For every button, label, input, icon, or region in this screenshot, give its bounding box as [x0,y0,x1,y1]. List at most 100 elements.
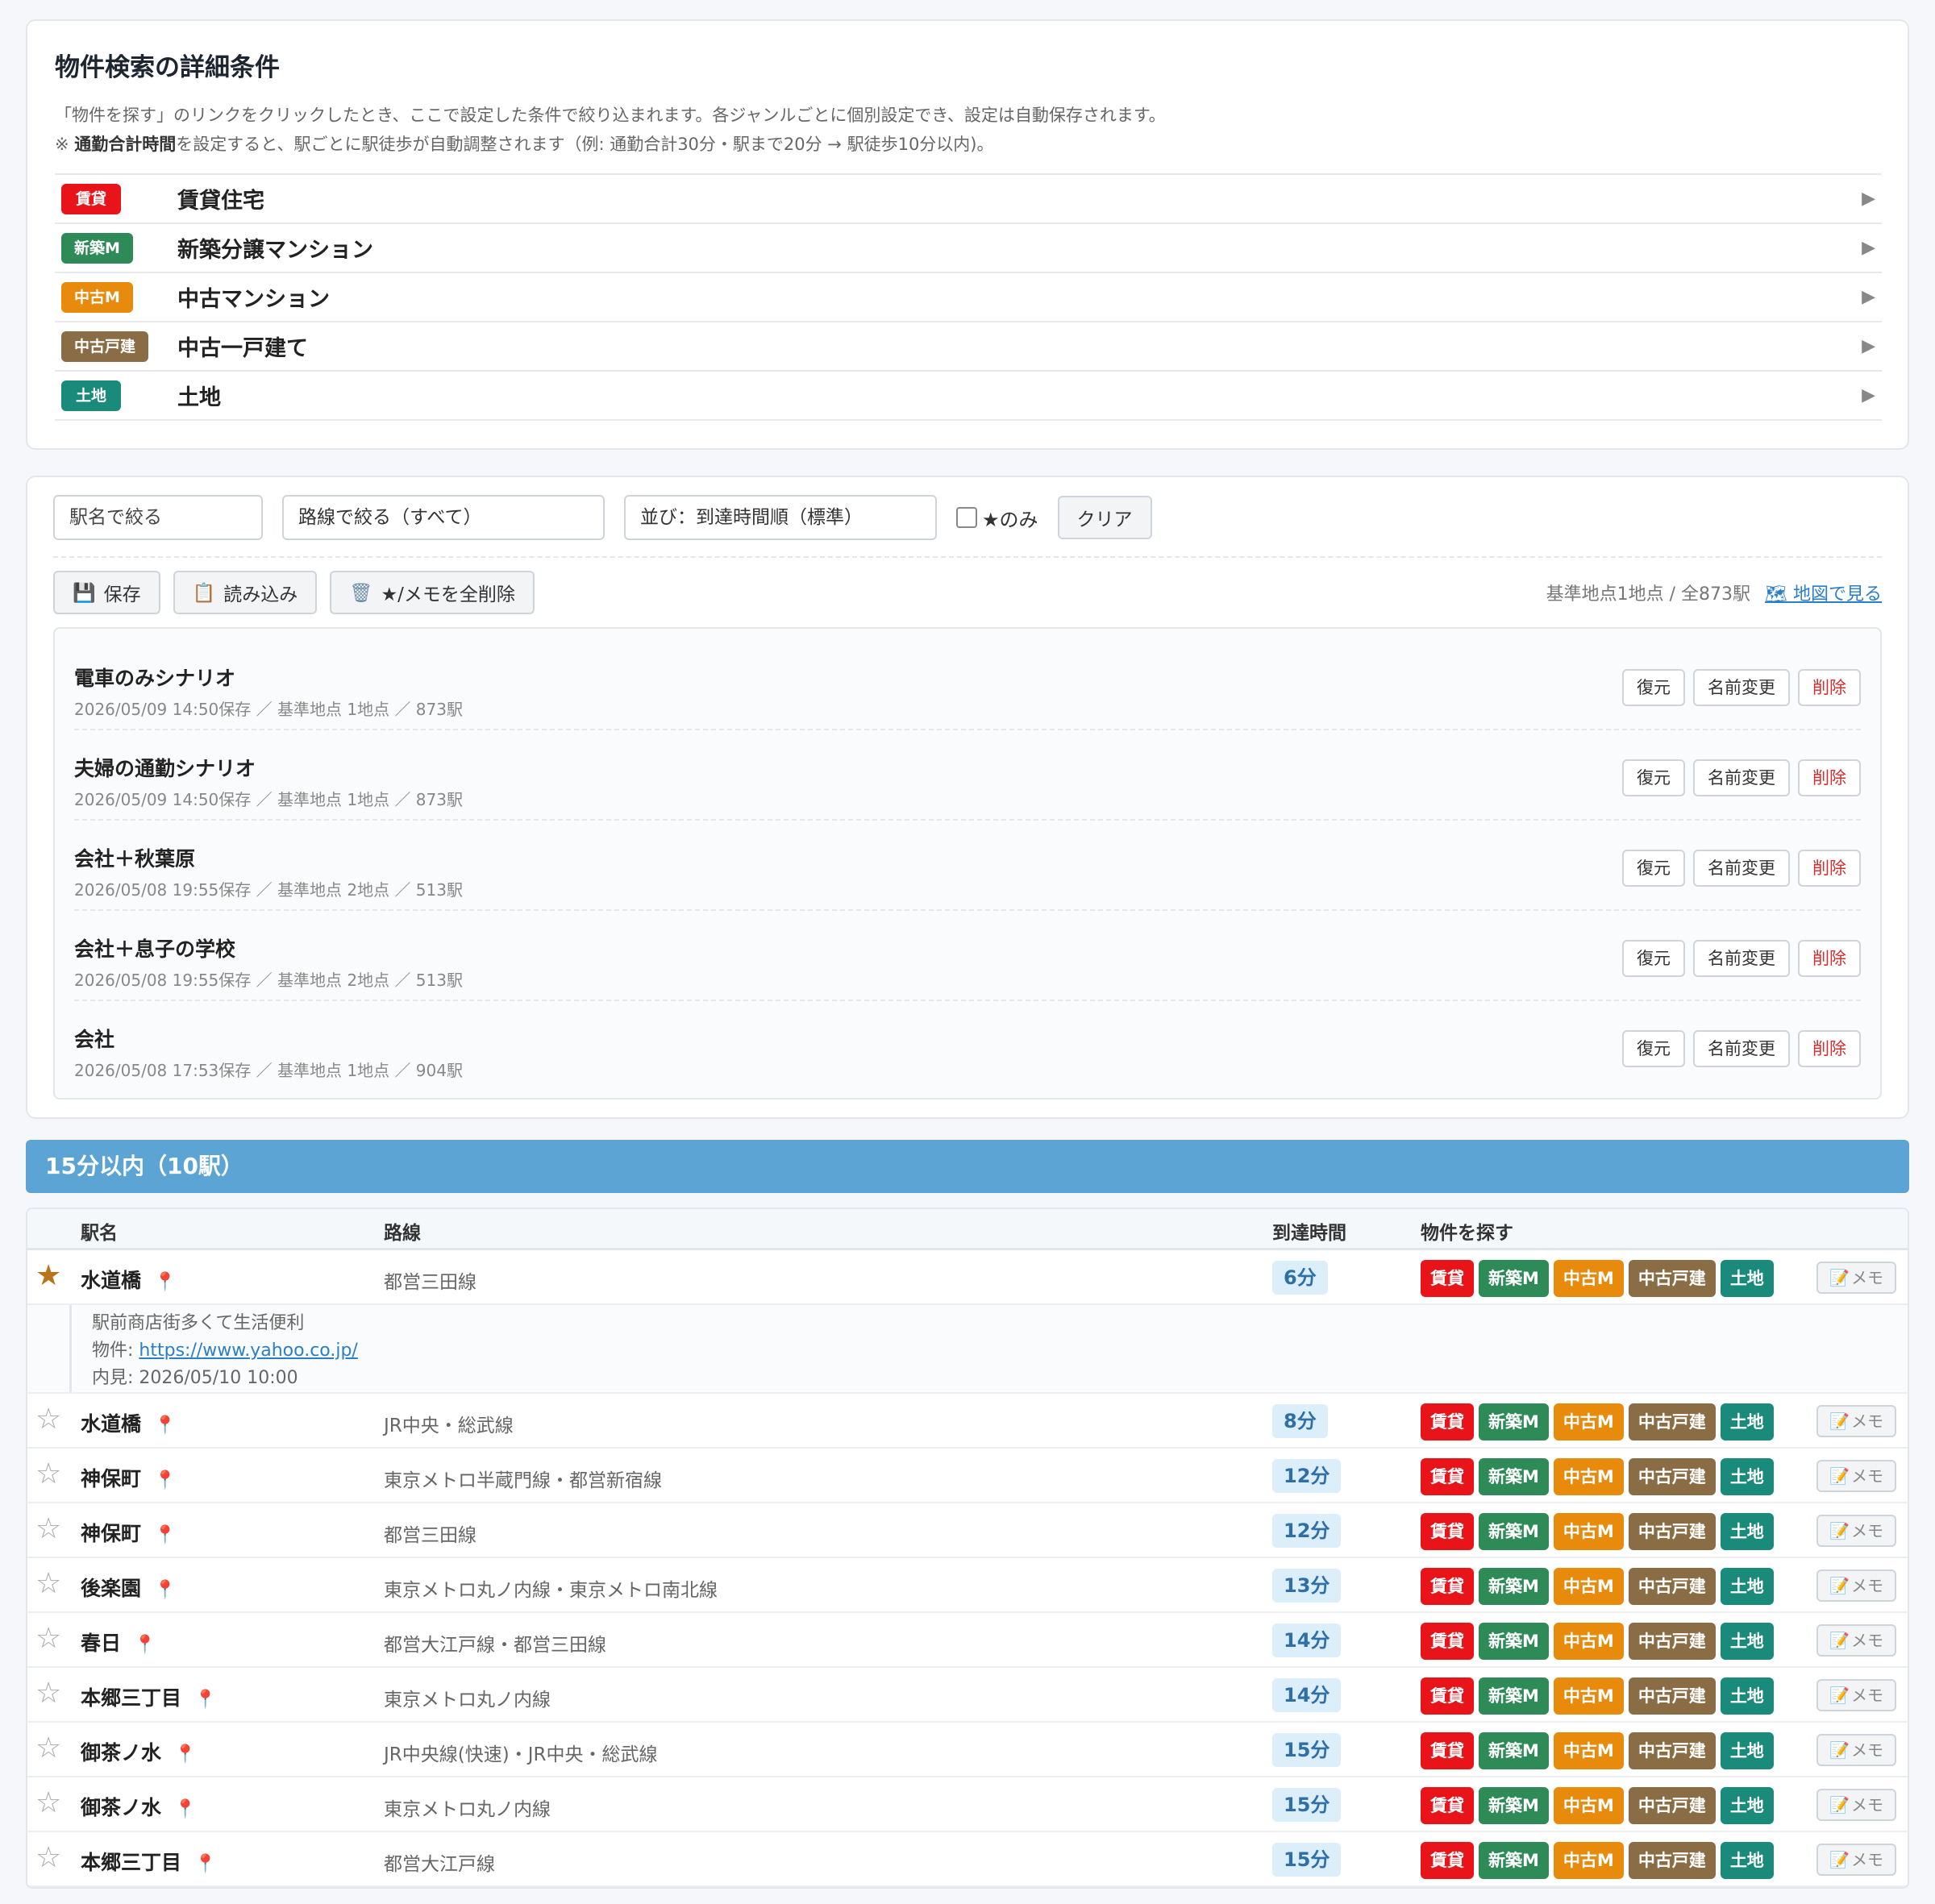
search-genre-button[interactable]: 中古戸建 [1628,1787,1716,1824]
search-genre-button[interactable]: 新築M [1479,1677,1549,1715]
delete-all-button[interactable]: 🗑 ★/メモを全削除 [330,571,535,614]
expand-arrow-icon[interactable]: ▶ [1862,287,1875,307]
search-genre-button[interactable]: 中古戸建 [1628,1842,1716,1879]
search-genre-button[interactable]: 土地 [1720,1787,1774,1824]
search-genre-button[interactable]: 新築M [1479,1842,1549,1879]
star-outline-icon[interactable]: ☆ [35,1513,61,1545]
expand-arrow-icon[interactable]: ▶ [1862,336,1875,356]
rename-button[interactable]: 名前変更 [1693,850,1790,887]
save-button[interactable]: 💾 保存 [53,571,160,614]
group-header[interactable]: 15分以内（10駅） [26,1140,1909,1193]
search-genre-button[interactable]: 新築M [1479,1403,1549,1440]
search-genre-button[interactable]: 中古M [1553,1403,1624,1440]
genre-row[interactable]: 中古戸建 中古一戸建て ▶ [55,322,1882,372]
memo-button[interactable]: 📝 メモ [1816,1515,1896,1547]
search-genre-button[interactable]: 新築M [1479,1787,1549,1824]
line-filter-select[interactable]: 路線で絞る（すべて） [282,495,605,540]
search-genre-button[interactable]: 中古戸建 [1628,1513,1716,1550]
search-genre-button[interactable]: 中古M [1553,1787,1624,1824]
map-pin-icon[interactable]: 📍 [154,1416,176,1436]
search-genre-button[interactable]: 中古戸建 [1628,1568,1716,1605]
search-genre-button[interactable]: 賃貸 [1421,1513,1474,1550]
search-genre-button[interactable]: 賃貸 [1421,1458,1474,1495]
rename-button[interactable]: 名前変更 [1693,1030,1790,1067]
star-outline-icon[interactable]: ☆ [35,1787,61,1819]
search-genre-button[interactable]: 中古M [1553,1732,1624,1769]
memo-button[interactable]: 📝 メモ [1816,1844,1896,1876]
star-outline-icon[interactable]: ☆ [35,1677,61,1710]
map-pin-icon[interactable]: 📍 [154,1470,176,1490]
search-genre-button[interactable]: 中古戸建 [1628,1458,1716,1495]
delete-button[interactable]: 削除 [1798,940,1861,977]
search-genre-button[interactable]: 中古戸建 [1628,1623,1716,1660]
search-genre-button[interactable]: 中古M [1553,1842,1624,1879]
star-outline-icon[interactable]: ☆ [35,1403,61,1436]
search-genre-button[interactable]: 賃貸 [1421,1677,1474,1715]
search-genre-button[interactable]: 賃貸 [1421,1260,1474,1297]
checkbox-box[interactable] [956,507,977,528]
clear-button[interactable]: クリア [1057,496,1152,539]
search-genre-button[interactable]: 土地 [1720,1260,1774,1297]
search-genre-button[interactable]: 中古戸建 [1628,1677,1716,1715]
search-genre-button[interactable]: 賃貸 [1421,1787,1474,1824]
search-genre-button[interactable]: 新築M [1479,1513,1549,1550]
load-button[interactable]: 📋 読み込み [173,571,318,614]
station-name-filter-input[interactable]: 駅名で絞る [53,495,263,540]
rename-button[interactable]: 名前変更 [1693,940,1790,977]
expand-arrow-icon[interactable]: ▶ [1862,238,1875,258]
genre-row[interactable]: 土地 土地 ▶ [55,372,1882,421]
search-genre-button[interactable]: 中古M [1553,1677,1624,1715]
map-pin-icon[interactable]: 📍 [194,1690,216,1710]
restore-button[interactable]: 復元 [1622,940,1685,977]
search-genre-button[interactable]: 土地 [1720,1513,1774,1550]
search-genre-button[interactable]: 中古M [1553,1513,1624,1550]
search-genre-button[interactable]: 土地 [1720,1623,1774,1660]
memo-button[interactable]: 📝 メモ [1816,1734,1896,1766]
rename-button[interactable]: 名前変更 [1693,669,1790,706]
genre-row[interactable]: 賃貸 賃貸住宅 ▶ [55,175,1882,224]
search-genre-button[interactable]: 中古M [1553,1568,1624,1605]
map-pin-icon[interactable]: 📍 [174,1744,196,1765]
map-pin-icon[interactable]: 📍 [154,1580,176,1600]
restore-button[interactable]: 復元 [1622,850,1685,887]
search-genre-button[interactable]: 土地 [1720,1842,1774,1879]
search-genre-button[interactable]: 中古M [1553,1260,1624,1297]
map-pin-icon[interactable]: 📍 [154,1525,176,1545]
memo-button[interactable]: 📝 メモ [1816,1569,1896,1602]
restore-button[interactable]: 復元 [1622,759,1685,796]
map-link[interactable]: 🗺 地図で見る [1765,580,1882,605]
search-genre-button[interactable]: 土地 [1720,1568,1774,1605]
search-genre-button[interactable]: 新築M [1479,1732,1549,1769]
restore-button[interactable]: 復元 [1622,669,1685,706]
memo-button[interactable]: 📝 メモ [1816,1405,1896,1437]
search-genre-button[interactable]: 賃貸 [1421,1623,1474,1660]
star-outline-icon[interactable]: ☆ [35,1458,61,1490]
expand-arrow-icon[interactable]: ▶ [1862,385,1875,405]
search-genre-button[interactable]: 土地 [1720,1732,1774,1769]
delete-button[interactable]: 削除 [1798,759,1861,796]
search-genre-button[interactable]: 賃貸 [1421,1842,1474,1879]
search-genre-button[interactable]: 土地 [1720,1403,1774,1440]
genre-row[interactable]: 中古M 中古マンション ▶ [55,273,1882,322]
search-genre-button[interactable]: 新築M [1479,1260,1549,1297]
search-genre-button[interactable]: 土地 [1720,1458,1774,1495]
map-pin-icon[interactable]: 📍 [174,1799,196,1819]
genre-row[interactable]: 新築M 新築分譲マンション ▶ [55,224,1882,273]
memo-button[interactable]: 📝 メモ [1816,1624,1896,1657]
search-genre-button[interactable]: 中古戸建 [1628,1260,1716,1297]
star-filled-icon[interactable]: ★ [35,1260,61,1292]
star-only-checkbox[interactable]: ★のみ [956,504,1038,532]
search-genre-button[interactable]: 賃貸 [1421,1568,1474,1605]
sort-select[interactable]: 並び：到達時間順（標準） [624,495,937,540]
delete-button[interactable]: 削除 [1798,1030,1861,1067]
search-genre-button[interactable]: 土地 [1720,1677,1774,1715]
delete-button[interactable]: 削除 [1798,850,1861,887]
search-genre-button[interactable]: 新築M [1479,1623,1549,1660]
map-pin-icon[interactable]: 📍 [154,1272,176,1292]
search-genre-button[interactable]: 中古戸建 [1628,1732,1716,1769]
search-genre-button[interactable]: 新築M [1479,1568,1549,1605]
search-genre-button[interactable]: 賃貸 [1421,1732,1474,1769]
memo-button[interactable]: 📝 メモ [1816,1460,1896,1492]
map-pin-icon[interactable]: 📍 [134,1635,156,1655]
map-pin-icon[interactable]: 📍 [194,1854,216,1874]
